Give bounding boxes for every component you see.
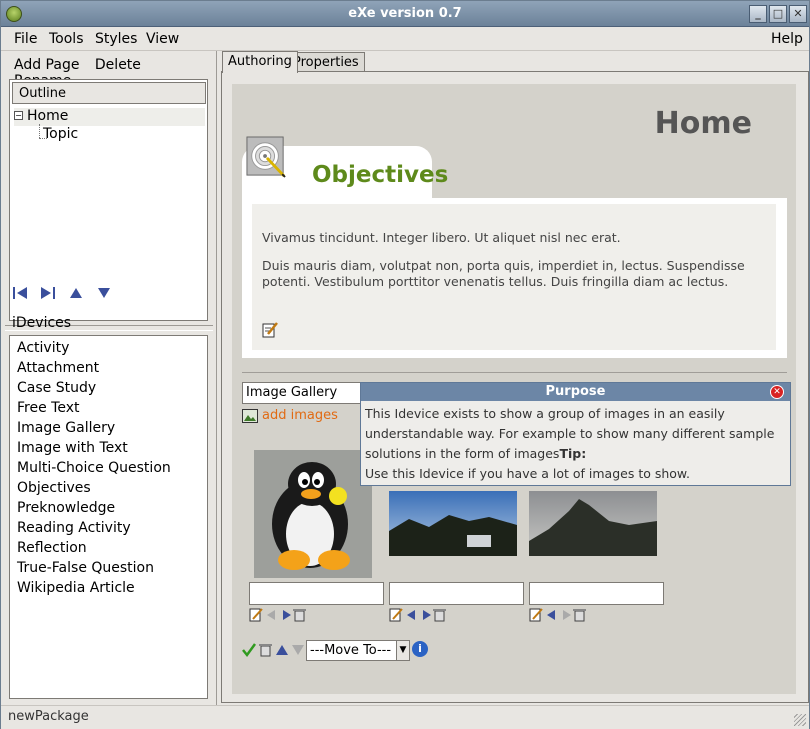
- tree-item-topic[interactable]: Topic: [43, 126, 78, 142]
- popup-line-4: Use this Idevice if you have a lot of im…: [365, 466, 690, 481]
- move-left-icon[interactable]: [547, 610, 555, 620]
- delete-button[interactable]: Delete: [95, 57, 141, 73]
- move-left-icon[interactable]: [267, 610, 275, 620]
- resize-grip[interactable]: [794, 714, 806, 726]
- right-panel: Authoring Properties Home Objectives Viv…: [221, 51, 809, 705]
- promote-icon[interactable]: [13, 287, 27, 299]
- move-up-icon[interactable]: [70, 287, 82, 299]
- idevice-item[interactable]: Reading Activity: [17, 518, 207, 538]
- collapse-icon[interactable]: −: [14, 111, 23, 120]
- objectives-target-icon: [246, 136, 286, 178]
- gallery-image-1[interactable]: [254, 450, 372, 578]
- page-title: Home: [654, 106, 752, 141]
- image-controls-1: [249, 607, 329, 623]
- idevices-header: iDevices: [12, 315, 72, 331]
- move-up-icon[interactable]: [276, 645, 288, 655]
- status-text: newPackage: [8, 709, 89, 724]
- move-to-value: ---Move To---: [310, 643, 392, 658]
- demote-icon[interactable]: [41, 287, 55, 299]
- done-check-icon[interactable]: [242, 643, 257, 658]
- move-down-icon[interactable]: [292, 645, 304, 655]
- move-left-icon[interactable]: [407, 610, 415, 620]
- idevice-item[interactable]: Reflection: [17, 538, 207, 558]
- outline-header[interactable]: Outline: [12, 82, 206, 104]
- chevron-down-icon: ▼: [396, 641, 409, 660]
- idevice-item[interactable]: Preknowledge: [17, 498, 207, 518]
- popup-title: Purpose: [361, 383, 790, 401]
- objectives-paragraph-2: Duis mauris diam, volutpat non, porta qu…: [262, 258, 745, 289]
- idevice-item[interactable]: Wikipedia Article: [17, 578, 207, 598]
- idevice-item[interactable]: True-False Question: [17, 558, 207, 578]
- gallery-image-3[interactable]: [529, 491, 657, 556]
- popup-tip-label: Tip:: [559, 446, 587, 461]
- popup-line-2: understandable way. For example to show …: [365, 426, 775, 441]
- popup-line-1: This Idevice exists to show a group of i…: [365, 406, 725, 421]
- tree-item-home-label: Home: [27, 108, 69, 124]
- tree-connector: [39, 124, 40, 138]
- left-panel: Add Page Delete Rename Outline − Home To…: [1, 51, 217, 705]
- maximize-button[interactable]: □: [769, 5, 787, 23]
- objectives-content: Vivamus tincidunt. Integer libero. Ut al…: [252, 204, 776, 350]
- move-right-icon[interactable]: [423, 610, 431, 620]
- objectives-paragraph-1: Vivamus tincidunt. Integer libero. Ut al…: [262, 230, 621, 245]
- outline-tree: Outline − Home Topic: [9, 79, 208, 321]
- window-title: eXe version 0.7: [348, 6, 462, 21]
- add-images-label: add images: [262, 408, 338, 423]
- purpose-popup: Purpose ✕ This Idevice exists to show a …: [360, 382, 791, 486]
- move-right-icon[interactable]: [283, 610, 291, 620]
- idevice-item[interactable]: Free Text: [17, 398, 207, 418]
- close-icon[interactable]: ✕: [770, 385, 784, 399]
- objectives-body: Vivamus tincidunt. Integer libero. Ut al…: [242, 198, 787, 358]
- close-window-button[interactable]: ✕: [789, 5, 807, 23]
- menu-help[interactable]: Help: [771, 31, 803, 47]
- idevices-list: Activity Attachment Case Study Free Text…: [9, 335, 208, 699]
- objectives-title: Objectives: [312, 162, 449, 188]
- tab-authoring[interactable]: Authoring: [222, 51, 298, 73]
- menu-file[interactable]: File: [14, 31, 37, 47]
- minimize-button[interactable]: _: [749, 5, 767, 23]
- info-icon[interactable]: i: [412, 641, 428, 657]
- delete-icon[interactable]: [293, 609, 306, 622]
- image-icon: [242, 409, 258, 423]
- menu-tools[interactable]: Tools: [49, 31, 84, 47]
- image-controls-2: [389, 607, 469, 623]
- menu-bar: File Tools Styles View Help: [1, 27, 809, 51]
- popup-line-3-text: solutions in the form of images: [365, 446, 560, 461]
- idevice-item[interactable]: Case Study: [17, 378, 207, 398]
- delete-idevice-icon[interactable]: [259, 644, 272, 657]
- delete-icon[interactable]: [573, 609, 586, 622]
- move-right-icon[interactable]: [563, 610, 571, 620]
- tab-properties[interactable]: Properties: [287, 52, 365, 72]
- menu-view[interactable]: View: [146, 31, 179, 47]
- edit-icon[interactable]: [529, 608, 543, 622]
- image-controls-3: [529, 607, 609, 623]
- tree-item-home[interactable]: − Home: [14, 108, 205, 126]
- popup-body: This Idevice exists to show a group of i…: [361, 401, 790, 487]
- image-caption-input-1[interactable]: [249, 582, 384, 605]
- idevice-item[interactable]: Multi-Choice Question: [17, 458, 207, 478]
- idevice-item[interactable]: Image with Text: [17, 438, 207, 458]
- gallery-image-2[interactable]: [389, 491, 517, 556]
- status-bar: newPackage: [1, 705, 809, 729]
- add-page-button[interactable]: Add Page: [14, 57, 79, 73]
- move-down-icon[interactable]: [98, 287, 110, 299]
- image-caption-input-3[interactable]: [529, 582, 664, 605]
- idevice-item[interactable]: Attachment: [17, 358, 207, 378]
- popup-line-3: solutions in the form of imagesTip:: [365, 444, 786, 464]
- idevice-item[interactable]: Objectives: [17, 478, 207, 498]
- edit-icon[interactable]: [262, 322, 278, 338]
- idevice-item[interactable]: Image Gallery: [17, 418, 207, 438]
- idevice-item[interactable]: Activity: [17, 338, 207, 358]
- move-to-select[interactable]: ---Move To--- ▼: [306, 640, 410, 661]
- delete-icon[interactable]: [433, 609, 446, 622]
- edit-icon[interactable]: [389, 608, 403, 622]
- menu-styles[interactable]: Styles: [95, 31, 137, 47]
- edit-icon[interactable]: [249, 608, 263, 622]
- image-caption-input-2[interactable]: [389, 582, 524, 605]
- title-bar: eXe version 0.7 _ □ ✕: [1, 1, 809, 27]
- app-window: eXe version 0.7 _ □ ✕ File Tools Styles …: [0, 0, 810, 729]
- separator: [242, 372, 787, 373]
